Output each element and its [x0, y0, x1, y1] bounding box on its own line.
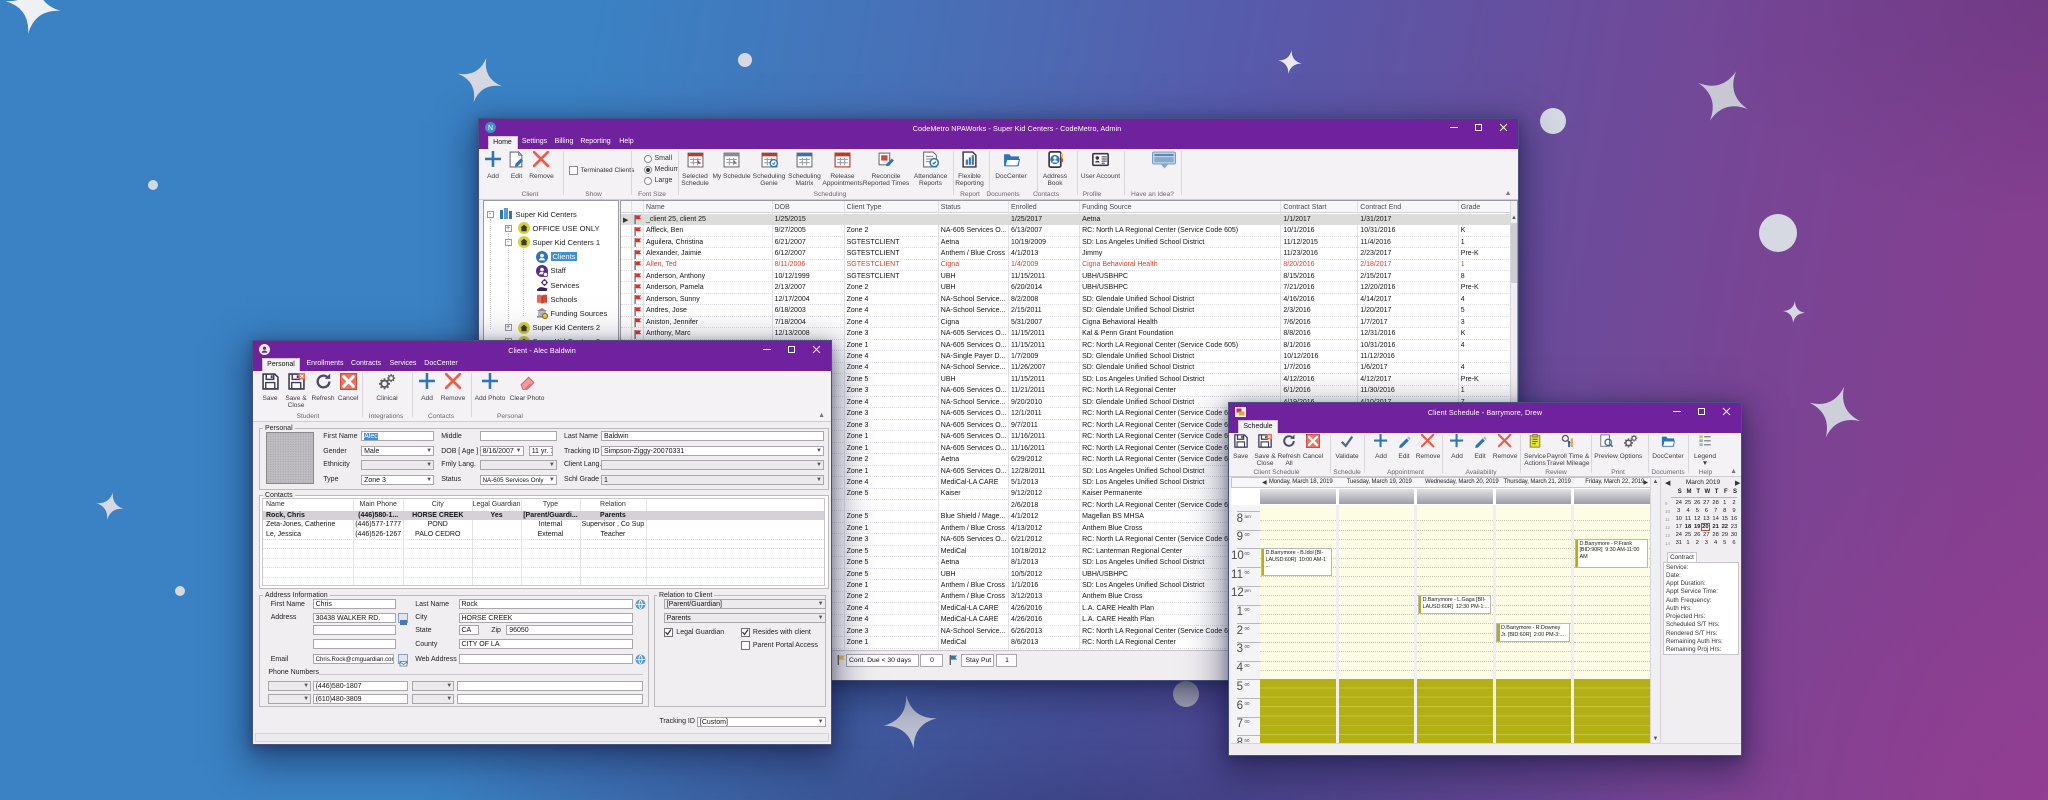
svg-text:N: N	[487, 125, 492, 132]
